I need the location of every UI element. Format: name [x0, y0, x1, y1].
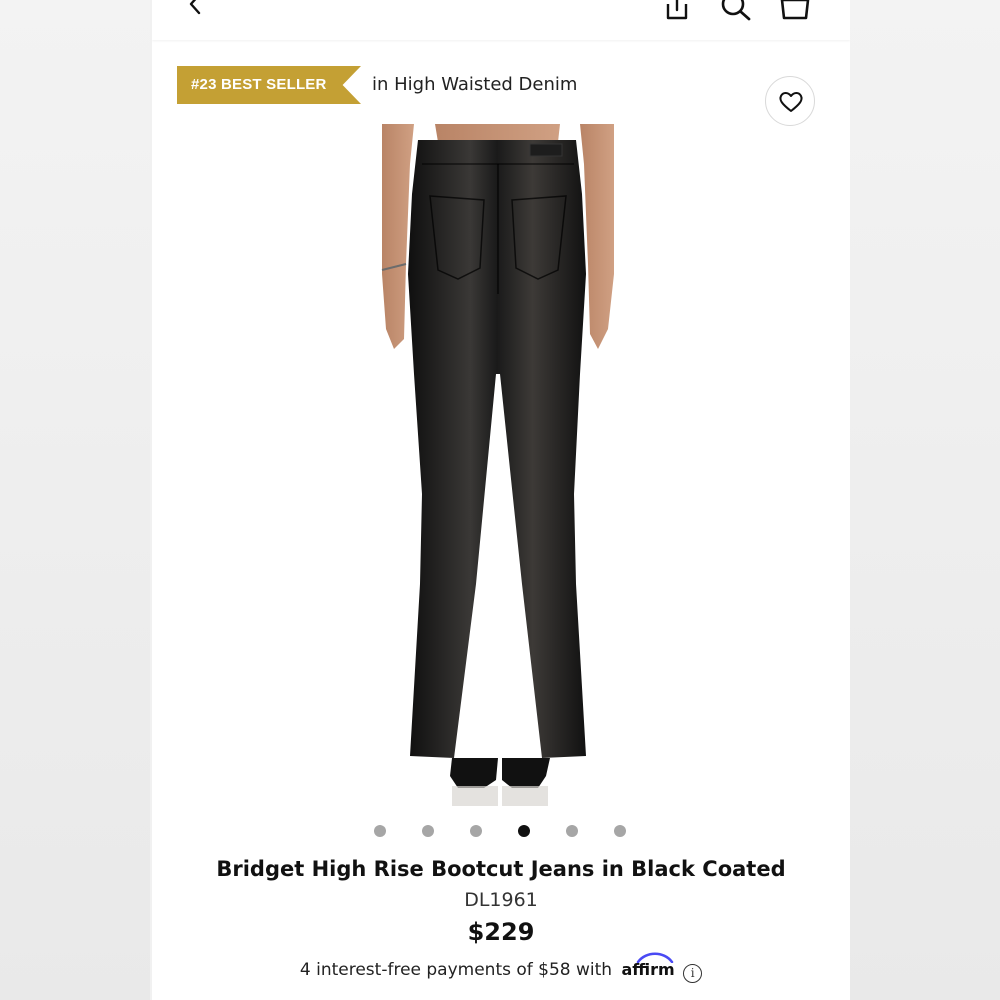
backdrop-right: [850, 0, 1000, 1000]
product-image[interactable]: [380, 124, 616, 809]
back-button[interactable]: [184, 0, 208, 16]
best-seller-label: #23 BEST SELLER: [191, 76, 327, 93]
installments-text: 4 interest-free payments of $58 with: [299, 960, 613, 980]
product-price: $229: [467, 918, 535, 946]
carousel-dot[interactable]: [422, 825, 434, 837]
search-button[interactable]: [720, 0, 752, 22]
category-link[interactable]: in High Waisted Denim: [372, 72, 577, 98]
bag-button[interactable]: [778, 0, 812, 22]
carousel-dot[interactable]: [374, 825, 386, 837]
shopping-bag-icon: [780, 0, 810, 20]
affirm-installments: 4 interest-free payments of $58 with aff…: [152, 952, 850, 983]
affirm-logo[interactable]: affirm: [622, 952, 675, 983]
carousel-dot[interactable]: [614, 825, 626, 837]
carousel-dot[interactable]: [518, 825, 530, 837]
product-brand[interactable]: DL1961: [152, 886, 850, 914]
chevron-left-icon: [189, 0, 201, 15]
carousel-dot[interactable]: [470, 825, 482, 837]
product-title: Bridget High Rise Bootcut Jeans in Black…: [216, 857, 786, 881]
heart-icon: [779, 92, 803, 112]
search-icon: [721, 0, 751, 21]
wishlist-button[interactable]: [765, 76, 815, 126]
backdrop-left: [0, 0, 150, 1000]
share-icon: [666, 0, 688, 20]
affirm-arc-icon: [636, 952, 673, 963]
product-screen: #23 BEST SELLER in High Waisted Denim Br…: [152, 0, 850, 1000]
top-navigation-bar: [152, 0, 850, 40]
carousel-dot[interactable]: [566, 825, 578, 837]
share-button[interactable]: [662, 0, 692, 22]
best-seller-badge: #23 BEST SELLER: [177, 66, 361, 104]
info-icon[interactable]: i: [683, 964, 703, 983]
carousel-dots: [374, 824, 626, 838]
